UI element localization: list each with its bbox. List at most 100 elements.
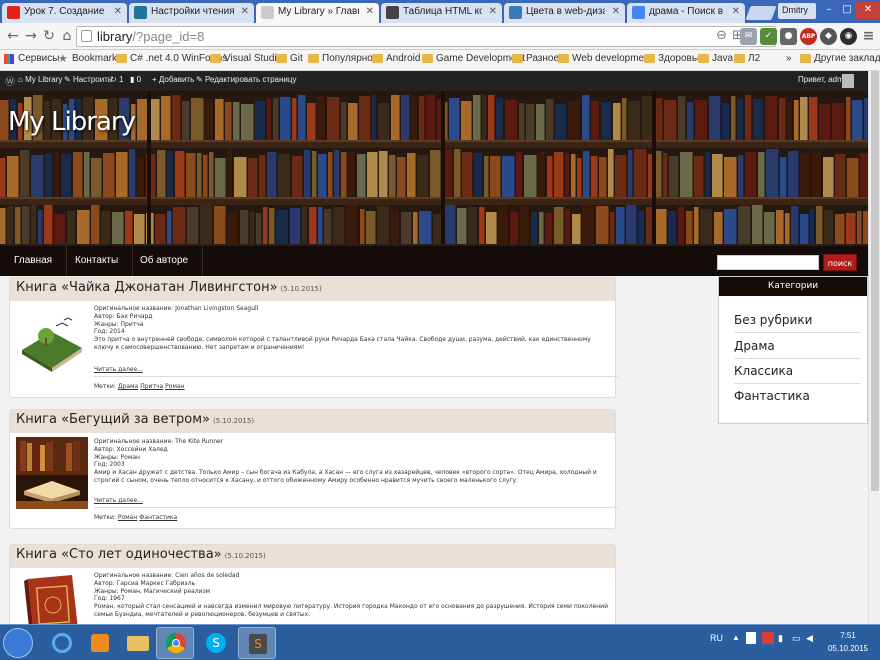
- bookmark-folder[interactable]: Game Development: [422, 53, 525, 64]
- admin-updates-link[interactable]: ↻ 1: [110, 75, 123, 84]
- sublime-text-icon[interactable]: S: [238, 627, 276, 659]
- site-title[interactable]: My Library: [8, 107, 136, 137]
- back-arrow-icon[interactable]: ←: [4, 27, 22, 45]
- browser-tab[interactable]: Настройки чтения ‹ My L ✕: [129, 3, 254, 23]
- browser-tab[interactable]: Урок 7. Создание темы W ✕: [2, 3, 127, 23]
- scrollbar-thumb[interactable]: [871, 71, 879, 491]
- meta-line: Автор: Гарсиа Маркес Габриэль: [94, 579, 196, 587]
- bookmark-folder[interactable]: Android: [372, 53, 420, 64]
- browser-tab-active[interactable]: My Library » Главная ✕: [256, 3, 379, 23]
- read-more-link[interactable]: Читать далее...: [94, 366, 143, 373]
- address-bar[interactable]: library/?page_id=8 ⊖ ⊞ ☆: [76, 26, 776, 47]
- book-cover-image[interactable]: [16, 304, 88, 376]
- bookmark-folder[interactable]: Популярное: [308, 53, 378, 64]
- close-tab-icon[interactable]: ✕: [489, 6, 497, 17]
- search-button[interactable]: поиск: [823, 254, 857, 271]
- book-spine: [546, 99, 554, 140]
- wordpress-logo-icon[interactable]: Ⓦ: [5, 73, 15, 88]
- close-tab-icon[interactable]: ✕: [732, 6, 740, 17]
- tag-link[interactable]: Драма: [118, 383, 138, 390]
- flag-icon[interactable]: [746, 632, 756, 644]
- book-cover-image[interactable]: [16, 437, 88, 509]
- extension-icon[interactable]: ◆: [820, 28, 837, 45]
- tray-app-icon[interactable]: [762, 632, 774, 644]
- category-link[interactable]: Драма: [734, 334, 861, 359]
- browser-tab[interactable]: Таблица HTML кодов цве ✕: [381, 3, 502, 23]
- new-tab-button[interactable]: [745, 6, 777, 20]
- bookmark-folder[interactable]: Web development: [558, 53, 652, 64]
- minimize-icon[interactable]: –: [820, 2, 838, 19]
- chrome-icon[interactable]: [156, 627, 194, 659]
- bookmark-folder[interactable]: Л2: [734, 53, 760, 64]
- book-spine: [479, 207, 485, 244]
- media-player-icon[interactable]: [80, 627, 118, 659]
- category-link[interactable]: Без рубрики: [734, 308, 861, 333]
- windows-start-button[interactable]: [3, 628, 33, 658]
- bookmark-folder[interactable]: Java: [698, 53, 733, 64]
- extension-icon[interactable]: ●: [780, 28, 797, 45]
- tag-link[interactable]: Роман: [165, 383, 184, 390]
- tag-link[interactable]: Притча: [140, 383, 163, 390]
- gmail-extension-icon[interactable]: ✉: [740, 28, 757, 45]
- bookmark-folder[interactable]: Git: [276, 53, 303, 64]
- page-info-icon[interactable]: [81, 30, 92, 42]
- profile-button[interactable]: Dmitry: [778, 3, 816, 19]
- reload-icon[interactable]: ↻: [40, 27, 58, 45]
- bookmark-folder[interactable]: Разное: [512, 53, 559, 64]
- post-title[interactable]: Книга «Бегущий за ветром»: [16, 412, 210, 427]
- admin-comments-link[interactable]: ▮ 0: [130, 75, 141, 84]
- admin-edit-link[interactable]: ✎ Редактировать страницу: [196, 75, 296, 84]
- volume-icon[interactable]: ◀: [806, 633, 813, 644]
- bookmark-item[interactable]: ★ Bookmarks: [58, 53, 122, 65]
- language-indicator[interactable]: RU: [710, 633, 723, 643]
- read-more-link[interactable]: Читать далее...: [94, 497, 143, 504]
- book-spine: [490, 156, 501, 197]
- close-tab-icon[interactable]: ✕: [366, 6, 374, 17]
- book-cover-image[interactable]: [16, 571, 88, 624]
- show-hidden-icons[interactable]: ▲: [732, 633, 740, 642]
- maximize-icon[interactable]: □: [838, 2, 856, 19]
- post-title[interactable]: Книга «Сто лет одиночества»: [16, 547, 222, 562]
- site-header: My Library: [0, 91, 868, 244]
- nav-item-contacts[interactable]: Контакты: [61, 246, 134, 276]
- bookmark-folder[interactable]: Здоровье: [644, 53, 703, 64]
- tag-link[interactable]: Фантастика: [139, 514, 177, 521]
- nav-item-about[interactable]: Об авторе: [126, 246, 204, 276]
- avatar[interactable]: [842, 74, 854, 88]
- close-tab-icon[interactable]: ✕: [241, 6, 249, 17]
- nav-item-home[interactable]: Главная: [0, 246, 68, 276]
- other-bookmarks[interactable]: Другие закладки: [800, 53, 880, 64]
- bookmark-item[interactable]: Сервисы: [4, 53, 59, 64]
- post-title[interactable]: Книга «Чайка Джонатан Ливингстон»: [16, 280, 278, 295]
- network-icon[interactable]: ▮: [778, 633, 783, 644]
- close-tab-icon[interactable]: ✕: [114, 6, 122, 17]
- category-link[interactable]: Фантастика: [734, 384, 861, 409]
- admin-add-link[interactable]: + Добавить: [152, 75, 194, 84]
- home-icon[interactable]: ⌂: [58, 27, 76, 45]
- zoom-icon[interactable]: ⊖: [716, 28, 727, 43]
- category-link[interactable]: Классика: [734, 359, 861, 384]
- search-input[interactable]: [717, 255, 819, 270]
- close-window-icon[interactable]: ✕: [856, 2, 880, 19]
- tag-link[interactable]: Роман: [118, 514, 137, 521]
- extension-icon[interactable]: ✓: [760, 28, 777, 45]
- internet-explorer-icon[interactable]: [42, 627, 80, 659]
- system-clock[interactable]: 7:51 05.10.2015: [826, 629, 870, 655]
- battery-icon[interactable]: ▭: [792, 633, 801, 644]
- close-tab-icon[interactable]: ✕: [612, 6, 620, 17]
- skype-icon[interactable]: S: [196, 627, 234, 659]
- chevron-right-icon[interactable]: »: [786, 53, 792, 64]
- file-explorer-icon[interactable]: [118, 627, 156, 659]
- admin-customize-link[interactable]: ✎ Настроить: [64, 75, 112, 84]
- post-meta: Оригинальное название: The Kite Runner А…: [94, 438, 610, 485]
- browser-tab[interactable]: Цвета в web-дизайне: Вы ✕: [504, 3, 625, 23]
- page-scrollbar[interactable]: [868, 71, 880, 624]
- menu-icon[interactable]: ≡: [860, 28, 877, 45]
- bookmark-folder[interactable]: Visual Studio: [210, 53, 282, 64]
- forward-arrow-icon[interactable]: →: [22, 27, 40, 45]
- adblock-icon[interactable]: ABP: [800, 28, 817, 45]
- admin-site-link[interactable]: ⌂ My Library: [18, 75, 62, 84]
- book-spine: [663, 153, 668, 197]
- browser-tab[interactable]: драма - Поиск в Google ✕: [627, 3, 745, 23]
- extension-icon[interactable]: ◉: [840, 28, 857, 45]
